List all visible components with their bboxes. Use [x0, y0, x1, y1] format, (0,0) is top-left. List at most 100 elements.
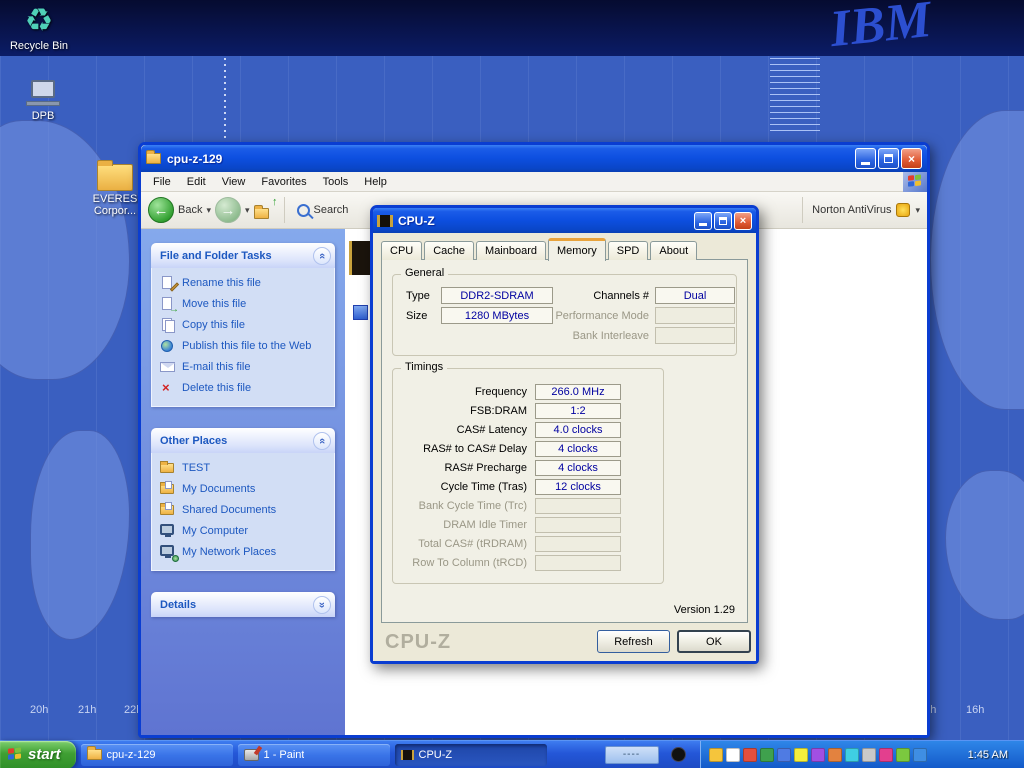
timezone-label: 16h	[966, 704, 984, 716]
other-places-header[interactable]: Other Places «	[151, 428, 335, 453]
tab-spd[interactable]: SPD	[608, 241, 649, 260]
menu-edit[interactable]: Edit	[179, 173, 214, 191]
task-delete-file[interactable]: × Delete this file	[160, 381, 330, 396]
tab-cache[interactable]: Cache	[424, 241, 474, 260]
tray-icon[interactable]	[913, 748, 927, 762]
tray-icon[interactable]	[726, 748, 740, 762]
close-button[interactable]: ×	[734, 212, 752, 230]
tab-memory[interactable]: Memory	[548, 238, 606, 261]
menu-bar: File Edit View Favorites Tools Help	[141, 172, 927, 192]
tray-icon[interactable]	[828, 748, 842, 762]
tab-about[interactable]: About	[650, 241, 697, 260]
taskbar-task-cpuz[interactable]: CPU-Z	[395, 744, 547, 766]
timing-row-bank-cycle-time: Bank Cycle Time (Trc)	[393, 496, 663, 515]
taskbar-toolbar-overflow[interactable]: ----	[605, 746, 659, 764]
forward-button[interactable]: →	[215, 197, 241, 223]
performance-mode-label: Performance Mode	[543, 310, 649, 322]
place-my-computer[interactable]: My Computer	[160, 524, 330, 539]
tab-mainboard[interactable]: Mainboard	[476, 241, 546, 260]
chevron-down-icon[interactable]: «	[313, 596, 331, 614]
place-my-network-places[interactable]: My Network Places	[160, 545, 330, 560]
task-copy-file[interactable]: Copy this file	[160, 318, 330, 333]
explorer-window-title: cpu-z-129	[167, 152, 222, 166]
norton-antivirus-control[interactable]: Norton AntiVirus ▾	[798, 197, 920, 223]
tray-icon[interactable]	[879, 748, 893, 762]
rename-icon	[160, 276, 177, 291]
ok-button[interactable]: OK	[677, 630, 751, 653]
network-places-icon	[160, 545, 177, 560]
tray-icon[interactable]	[760, 748, 774, 762]
task-move-file[interactable]: → Move this file	[160, 297, 330, 312]
memory-tab-panel: General Type DDR2-SDRAM Size 1280 MBytes…	[381, 259, 748, 623]
minimize-button[interactable]	[855, 148, 876, 169]
tray-icon[interactable]	[743, 748, 757, 762]
search-icon[interactable]	[297, 204, 310, 217]
up-button[interactable]: ↑	[254, 202, 276, 219]
minimize-button[interactable]	[694, 212, 712, 230]
tray-icon[interactable]	[862, 748, 876, 762]
type-field: DDR2-SDRAM	[441, 287, 553, 304]
desktop-icon-recycle-bin[interactable]: ♻ Recycle Bin	[0, 2, 78, 52]
taskbar-task-cpu-z-129[interactable]: cpu-z-129	[81, 744, 233, 766]
refresh-button[interactable]: Refresh	[597, 630, 670, 653]
toolbar-separator	[284, 197, 285, 223]
desktop: IBM 20h 21h 22h 15h 16h ♻ Recycle Bin DP…	[0, 0, 1024, 768]
start-button[interactable]: start	[0, 741, 76, 768]
windows-flag-icon	[8, 747, 23, 762]
my-documents-icon	[160, 482, 177, 497]
taskbar-task-paint[interactable]: 1 - Paint	[238, 744, 390, 766]
back-dropdown-icon[interactable]: ▾	[206, 205, 211, 216]
menu-tools[interactable]: Tools	[315, 173, 357, 191]
chevron-up-icon[interactable]: «	[313, 432, 331, 450]
timing-row-total-cas: Total CAS# (tRDRAM)	[393, 534, 663, 553]
bank-interleave-label: Bank Interleave	[543, 330, 649, 342]
forward-dropdown-icon[interactable]: ▾	[245, 205, 250, 216]
timing-row-row-to-column: Row To Column (tRCD)	[393, 553, 663, 572]
cpuz-tab-strip: CPU Cache Mainboard Memory SPD About	[381, 238, 699, 260]
place-test[interactable]: TEST	[160, 461, 330, 476]
panel-body: Rename this file → Move this file Copy t…	[151, 268, 335, 407]
place-my-documents[interactable]: My Documents	[160, 482, 330, 497]
place-shared-documents[interactable]: Shared Documents	[160, 503, 330, 518]
desktop-icon-dpb[interactable]: DPB	[4, 80, 82, 122]
timing-row-fsb-dram: FSB:DRAM 1:2	[393, 401, 663, 420]
chevron-up-icon[interactable]: «	[313, 247, 331, 265]
tray-icon[interactable]	[845, 748, 859, 762]
folder-icon	[160, 461, 177, 476]
other-places-panel: Other Places « TEST My Documents	[151, 428, 335, 571]
row-to-column-field	[535, 555, 621, 571]
task-publish-file[interactable]: Publish this file to the Web	[160, 339, 330, 354]
file-tasks-header[interactable]: File and Folder Tasks «	[151, 243, 335, 268]
tray-icon[interactable]	[777, 748, 791, 762]
delete-icon: ×	[160, 381, 177, 396]
ras-precharge-field: 4 clocks	[535, 460, 621, 476]
maximize-button[interactable]	[878, 148, 899, 169]
menu-favorites[interactable]: Favorites	[253, 173, 314, 191]
details-header[interactable]: Details «	[151, 592, 335, 617]
tray-icon[interactable]	[709, 748, 723, 762]
task-email-file[interactable]: E-mail this file	[160, 360, 330, 375]
timing-row-frequency: Frequency 266.0 MHz	[393, 382, 663, 401]
tray-icon[interactable]	[794, 748, 808, 762]
tray-icon[interactable]	[811, 748, 825, 762]
my-computer-icon	[160, 524, 177, 539]
wallpaper-dotted-line	[224, 58, 226, 140]
task-rename-file[interactable]: Rename this file	[160, 276, 330, 291]
back-button[interactable]: ←	[148, 197, 174, 223]
tray-app-icon[interactable]	[671, 747, 686, 762]
cpuz-titlebar[interactable]: CPU-Z ×	[373, 208, 756, 233]
menu-file[interactable]: File	[145, 173, 179, 191]
close-button[interactable]: ×	[901, 148, 922, 169]
menu-view[interactable]: View	[214, 173, 254, 191]
general-groupbox: General Type DDR2-SDRAM Size 1280 MBytes…	[392, 274, 737, 356]
shared-documents-icon	[160, 503, 177, 518]
menu-help[interactable]: Help	[356, 173, 395, 191]
cpuz-window-title: CPU-Z	[398, 214, 435, 228]
channels-label: Channels #	[561, 290, 649, 302]
norton-dropdown-icon[interactable]: ▾	[915, 205, 920, 216]
tray-icon[interactable]	[896, 748, 910, 762]
folder-icon	[87, 749, 102, 760]
maximize-button[interactable]	[714, 212, 732, 230]
explorer-titlebar[interactable]: cpu-z-129 ×	[141, 145, 927, 172]
tab-cpu[interactable]: CPU	[381, 241, 422, 260]
